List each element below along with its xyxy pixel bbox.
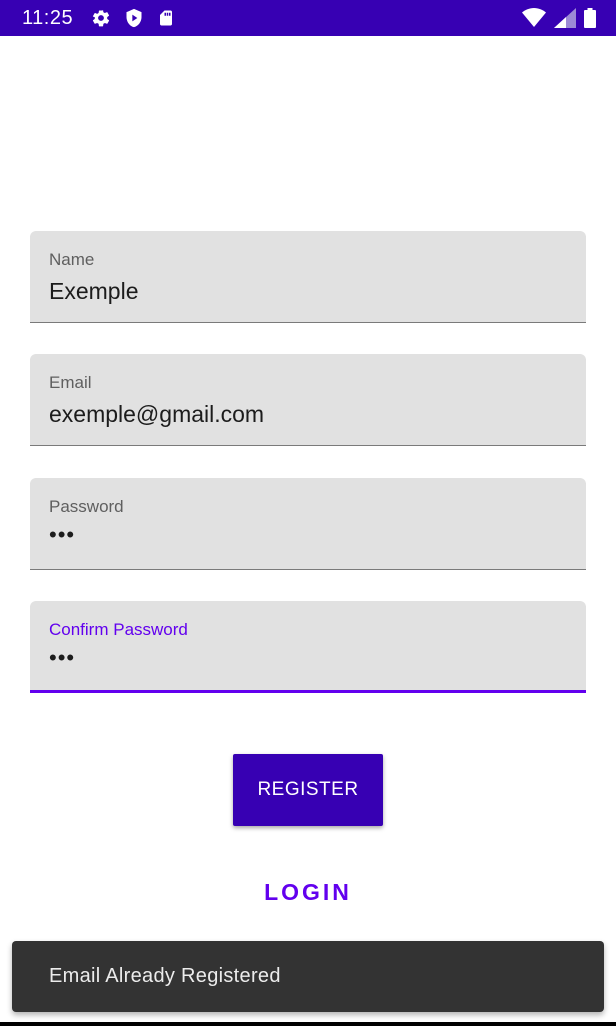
password-field-label: Password (49, 497, 124, 516)
wifi-icon (522, 8, 546, 28)
password-field[interactable]: Password ••• (30, 478, 586, 570)
status-icons-right (522, 8, 596, 28)
status-time: 11:25 (22, 6, 74, 29)
cell-signal-icon (554, 8, 576, 28)
confirm-password-field[interactable]: Confirm Password ••• (30, 601, 586, 693)
register-screen: 11:25 Name Exemple Email exemple@gmail.c… (0, 0, 616, 1026)
name-field-label: Name (49, 250, 95, 269)
status-icons-left (91, 8, 175, 28)
email-field-label: Email (49, 373, 92, 392)
confirm-password-field-label: Confirm Password (49, 620, 188, 639)
sd-card-icon (157, 8, 175, 28)
gear-icon (91, 8, 111, 28)
register-button[interactable]: REGISTER (233, 754, 383, 826)
password-field-value[interactable]: ••• (49, 522, 75, 548)
battery-icon (584, 8, 596, 28)
shield-play-icon (124, 8, 144, 28)
email-field-value[interactable]: exemple@gmail.com (49, 401, 264, 428)
snackbar: Email Already Registered (12, 941, 604, 1012)
login-button[interactable]: LOGIN (208, 862, 408, 922)
snackbar-message: Email Already Registered (49, 965, 281, 987)
navigation-bar-edge (0, 1022, 616, 1026)
name-field[interactable]: Name Exemple (30, 231, 586, 323)
confirm-password-field-value[interactable]: ••• (49, 645, 75, 671)
status-bar: 11:25 (0, 0, 616, 36)
name-field-value[interactable]: Exemple (49, 278, 138, 305)
email-field[interactable]: Email exemple@gmail.com (30, 354, 586, 446)
